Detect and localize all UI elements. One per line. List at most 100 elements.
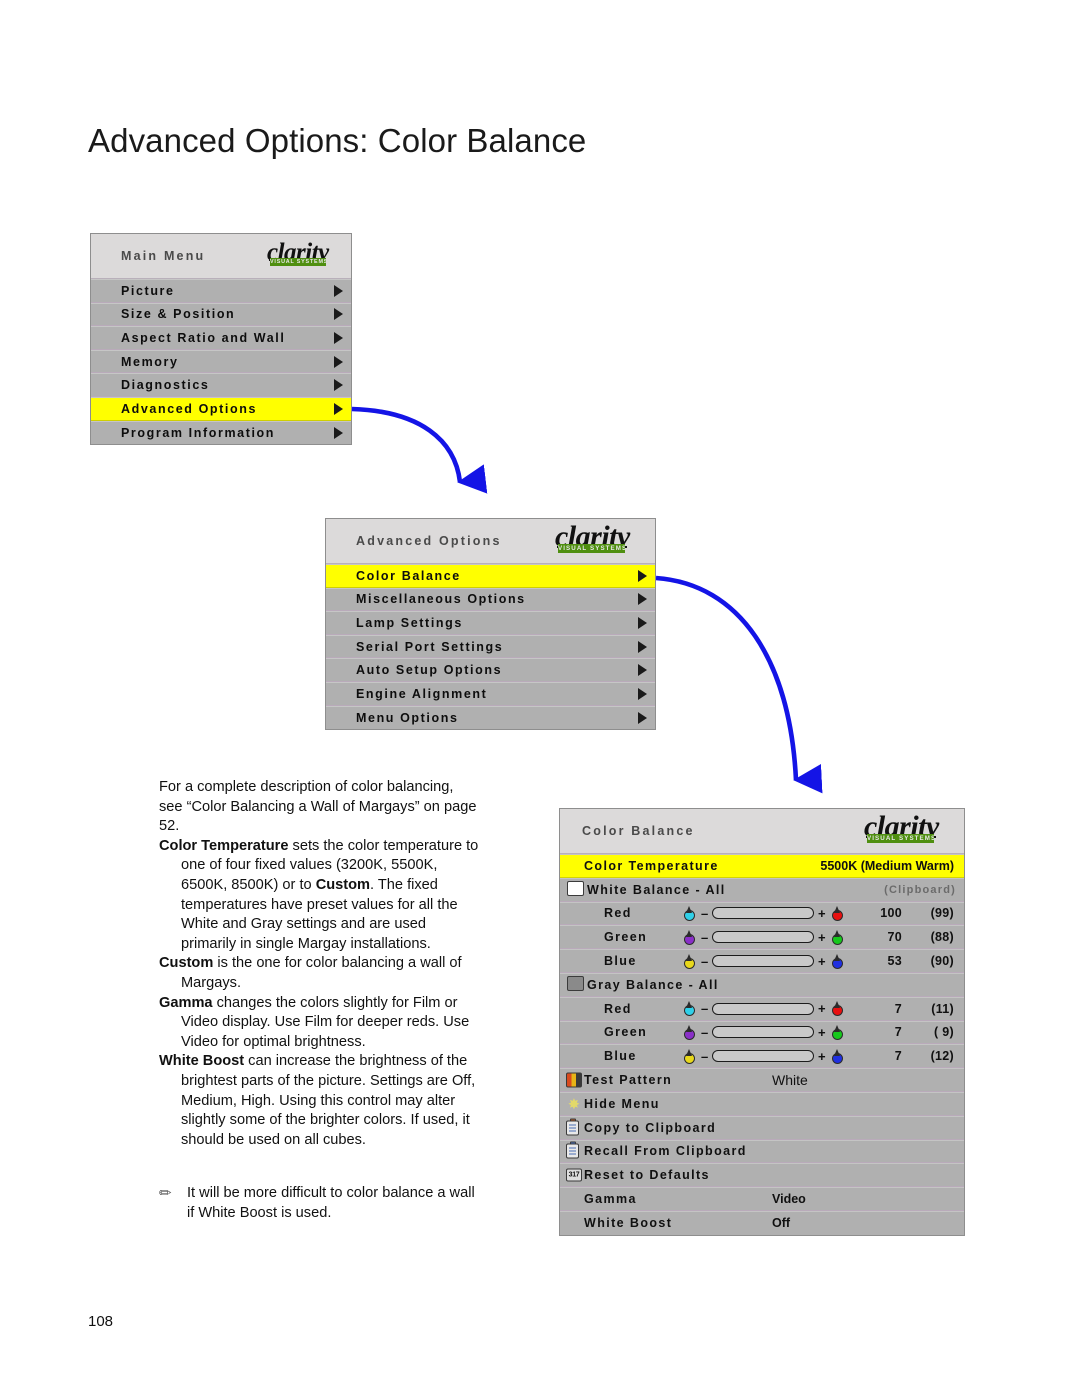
plus-label: +: [818, 1001, 826, 1017]
main-menu-item-aspect-ratio-and-wall[interactable]: Aspect Ratio and Wall: [91, 326, 351, 350]
row-gamma[interactable]: Gamma Video: [560, 1187, 964, 1211]
slider-track[interactable]: [712, 955, 814, 968]
advanced-item-miscellaneous-options[interactable]: Miscellaneous Options: [326, 587, 655, 612]
channel-label: Blue: [604, 1049, 637, 1064]
clarity-tagline-bar: VISUAL SYSTEMS: [558, 544, 625, 553]
increase-drop-icon[interactable]: [832, 1048, 843, 1064]
color-temperature-value: 5500K (Medium Warm): [820, 858, 954, 873]
reset-defaults-label: Reset to Defaults: [584, 1168, 710, 1183]
reset-defaults-icon: 317: [566, 1168, 582, 1182]
row-reset-to-defaults[interactable]: 317 Reset to Defaults: [560, 1163, 964, 1188]
advanced-item-serial-port-settings[interactable]: Serial Port Settings: [326, 634, 655, 659]
paragraph-white-boost: White Boost can increase the brightness …: [159, 1052, 479, 1150]
copy-clipboard-label: Copy to Clipboard: [584, 1120, 717, 1135]
slider-track[interactable]: [712, 907, 814, 920]
menu-item-label: Engine Alignment: [356, 686, 488, 701]
row-hide-menu[interactable]: ✸ Hide Menu: [560, 1091, 964, 1116]
white-boost-label: White Boost: [584, 1216, 673, 1231]
increase-drop-icon[interactable]: [832, 1024, 843, 1040]
channel-label: Green: [604, 930, 648, 945]
advanced-item-engine-alignment[interactable]: Engine Alignment: [326, 681, 655, 706]
row-white-boost[interactable]: White Boost Off: [560, 1210, 964, 1235]
row-copy-to-clipboard[interactable]: Copy to Clipboard: [560, 1115, 964, 1140]
slider-white-red[interactable]: Red – + 100 (99): [560, 901, 964, 926]
white-square-icon: [567, 880, 584, 899]
menu-item-label: Color Balance: [356, 568, 461, 583]
chevron-right-icon: [334, 379, 343, 392]
pencil-icon: ✏: [159, 1185, 172, 1202]
chevron-right-icon: [334, 308, 343, 321]
row-test-pattern[interactable]: Test Pattern White: [560, 1068, 964, 1092]
recall-clipboard-icon: [566, 1141, 579, 1159]
advanced-options-panel: Advanced Options clarity VISUAL SYSTEMS …: [325, 518, 656, 731]
main-menu-item-program-information[interactable]: Program Information: [91, 420, 351, 445]
channel-value: 100: [880, 906, 902, 921]
advanced-item-auto-setup-options[interactable]: Auto Setup Options: [326, 658, 655, 682]
decrease-drop-icon[interactable]: [684, 1024, 695, 1040]
clarity-logo: clarity VISUAL SYSTEMS: [267, 240, 345, 271]
increase-drop-icon[interactable]: [832, 905, 843, 921]
slider-white-blue[interactable]: Blue – + 53 (90): [560, 949, 964, 973]
decrease-drop-icon[interactable]: [684, 1001, 695, 1017]
advanced-item-color-balance[interactable]: Color Balance: [326, 564, 655, 588]
slider-track[interactable]: [712, 1050, 814, 1063]
group-gray-balance[interactable]: Gray Balance - All: [560, 972, 964, 997]
slider-gray-blue[interactable]: Blue – + 7 (12): [560, 1044, 964, 1069]
channel-clipboard-value: ( 9): [934, 1025, 954, 1040]
clarity-tagline: VISUAL SYSTEMS: [270, 259, 326, 265]
menu-item-label: Advanced Options: [121, 401, 258, 416]
note-block: ✏ It will be more difficult to color bal…: [159, 1184, 481, 1223]
increase-drop-icon[interactable]: [832, 929, 843, 945]
main-menu-item-advanced-options[interactable]: Advanced Options: [91, 396, 351, 421]
gamma-value: Video: [772, 1192, 806, 1207]
color-balance-panel: Color Balance clarity VISUAL SYSTEMS Col…: [559, 808, 965, 1236]
channel-label: Red: [604, 906, 632, 921]
decrease-drop-icon[interactable]: [684, 1048, 695, 1064]
slider-track[interactable]: [712, 931, 814, 944]
row-color-temperature[interactable]: Color Temperature 5500K (Medium Warm): [560, 854, 964, 878]
minus-label: –: [701, 905, 709, 921]
minus-label: –: [701, 1048, 709, 1064]
channel-clipboard-value: (88): [930, 930, 954, 945]
menu-item-label: Picture: [121, 283, 175, 298]
decrease-drop-icon[interactable]: [684, 929, 695, 945]
increase-drop-icon[interactable]: [832, 953, 843, 969]
decrease-drop-icon[interactable]: [684, 905, 695, 921]
arrow-advanced-to-colorbalance: [655, 575, 823, 794]
menu-item-label: Menu Options: [356, 710, 459, 725]
advanced-item-lamp-settings[interactable]: Lamp Settings: [326, 611, 655, 635]
decrease-drop-icon[interactable]: [684, 953, 695, 969]
channel-label: Red: [604, 1001, 632, 1016]
channel-value: 7: [894, 1049, 902, 1064]
main-menu-item-diagnostics[interactable]: Diagnostics: [91, 373, 351, 397]
main-menu-title: Main Menu: [121, 249, 206, 263]
test-pattern-icon: [566, 1072, 582, 1088]
color-balance-header: Color Balance clarity VISUAL SYSTEMS: [560, 809, 964, 854]
advanced-item-menu-options[interactable]: Menu Options: [326, 705, 655, 730]
main-menu-item-picture[interactable]: Picture: [91, 279, 351, 303]
channel-clipboard-value: (11): [931, 1001, 954, 1016]
slider-white-green[interactable]: Green – + 70 (88): [560, 925, 964, 950]
menu-item-label: Aspect Ratio and Wall: [121, 330, 286, 345]
slider-gray-green[interactable]: Green – + 7 ( 9): [560, 1020, 964, 1045]
body-text-column: For a complete description of color bala…: [159, 778, 479, 1150]
slider-track[interactable]: [712, 1026, 814, 1039]
lead-white-boost: White Boost: [159, 1053, 245, 1070]
paragraph-custom: Custom is the one for color balancing a …: [159, 954, 479, 993]
test-pattern-value: White: [772, 1072, 808, 1089]
increase-drop-icon[interactable]: [832, 1001, 843, 1017]
main-menu-header: Main Menu clarity VISUAL SYSTEMS: [91, 234, 351, 279]
main-menu-item-memory[interactable]: Memory: [91, 349, 351, 374]
minus-label: –: [701, 1024, 709, 1040]
main-menu-item-size-position[interactable]: Size & Position: [91, 302, 351, 327]
slider-track[interactable]: [712, 1002, 814, 1015]
color-balance-title: Color Balance: [582, 824, 695, 838]
row-recall-from-clipboard[interactable]: Recall From Clipboard: [560, 1139, 964, 1164]
group-white-balance[interactable]: White Balance - All (Clipboard): [560, 877, 964, 902]
menu-item-label: Serial Port Settings: [356, 639, 504, 654]
minus-label: –: [701, 1001, 709, 1017]
channel-label: Green: [604, 1025, 648, 1040]
channel-clipboard-value: (90): [930, 954, 954, 969]
slider-gray-red[interactable]: Red – + 7 (11): [560, 996, 964, 1021]
menu-item-label: Diagnostics: [121, 378, 210, 393]
